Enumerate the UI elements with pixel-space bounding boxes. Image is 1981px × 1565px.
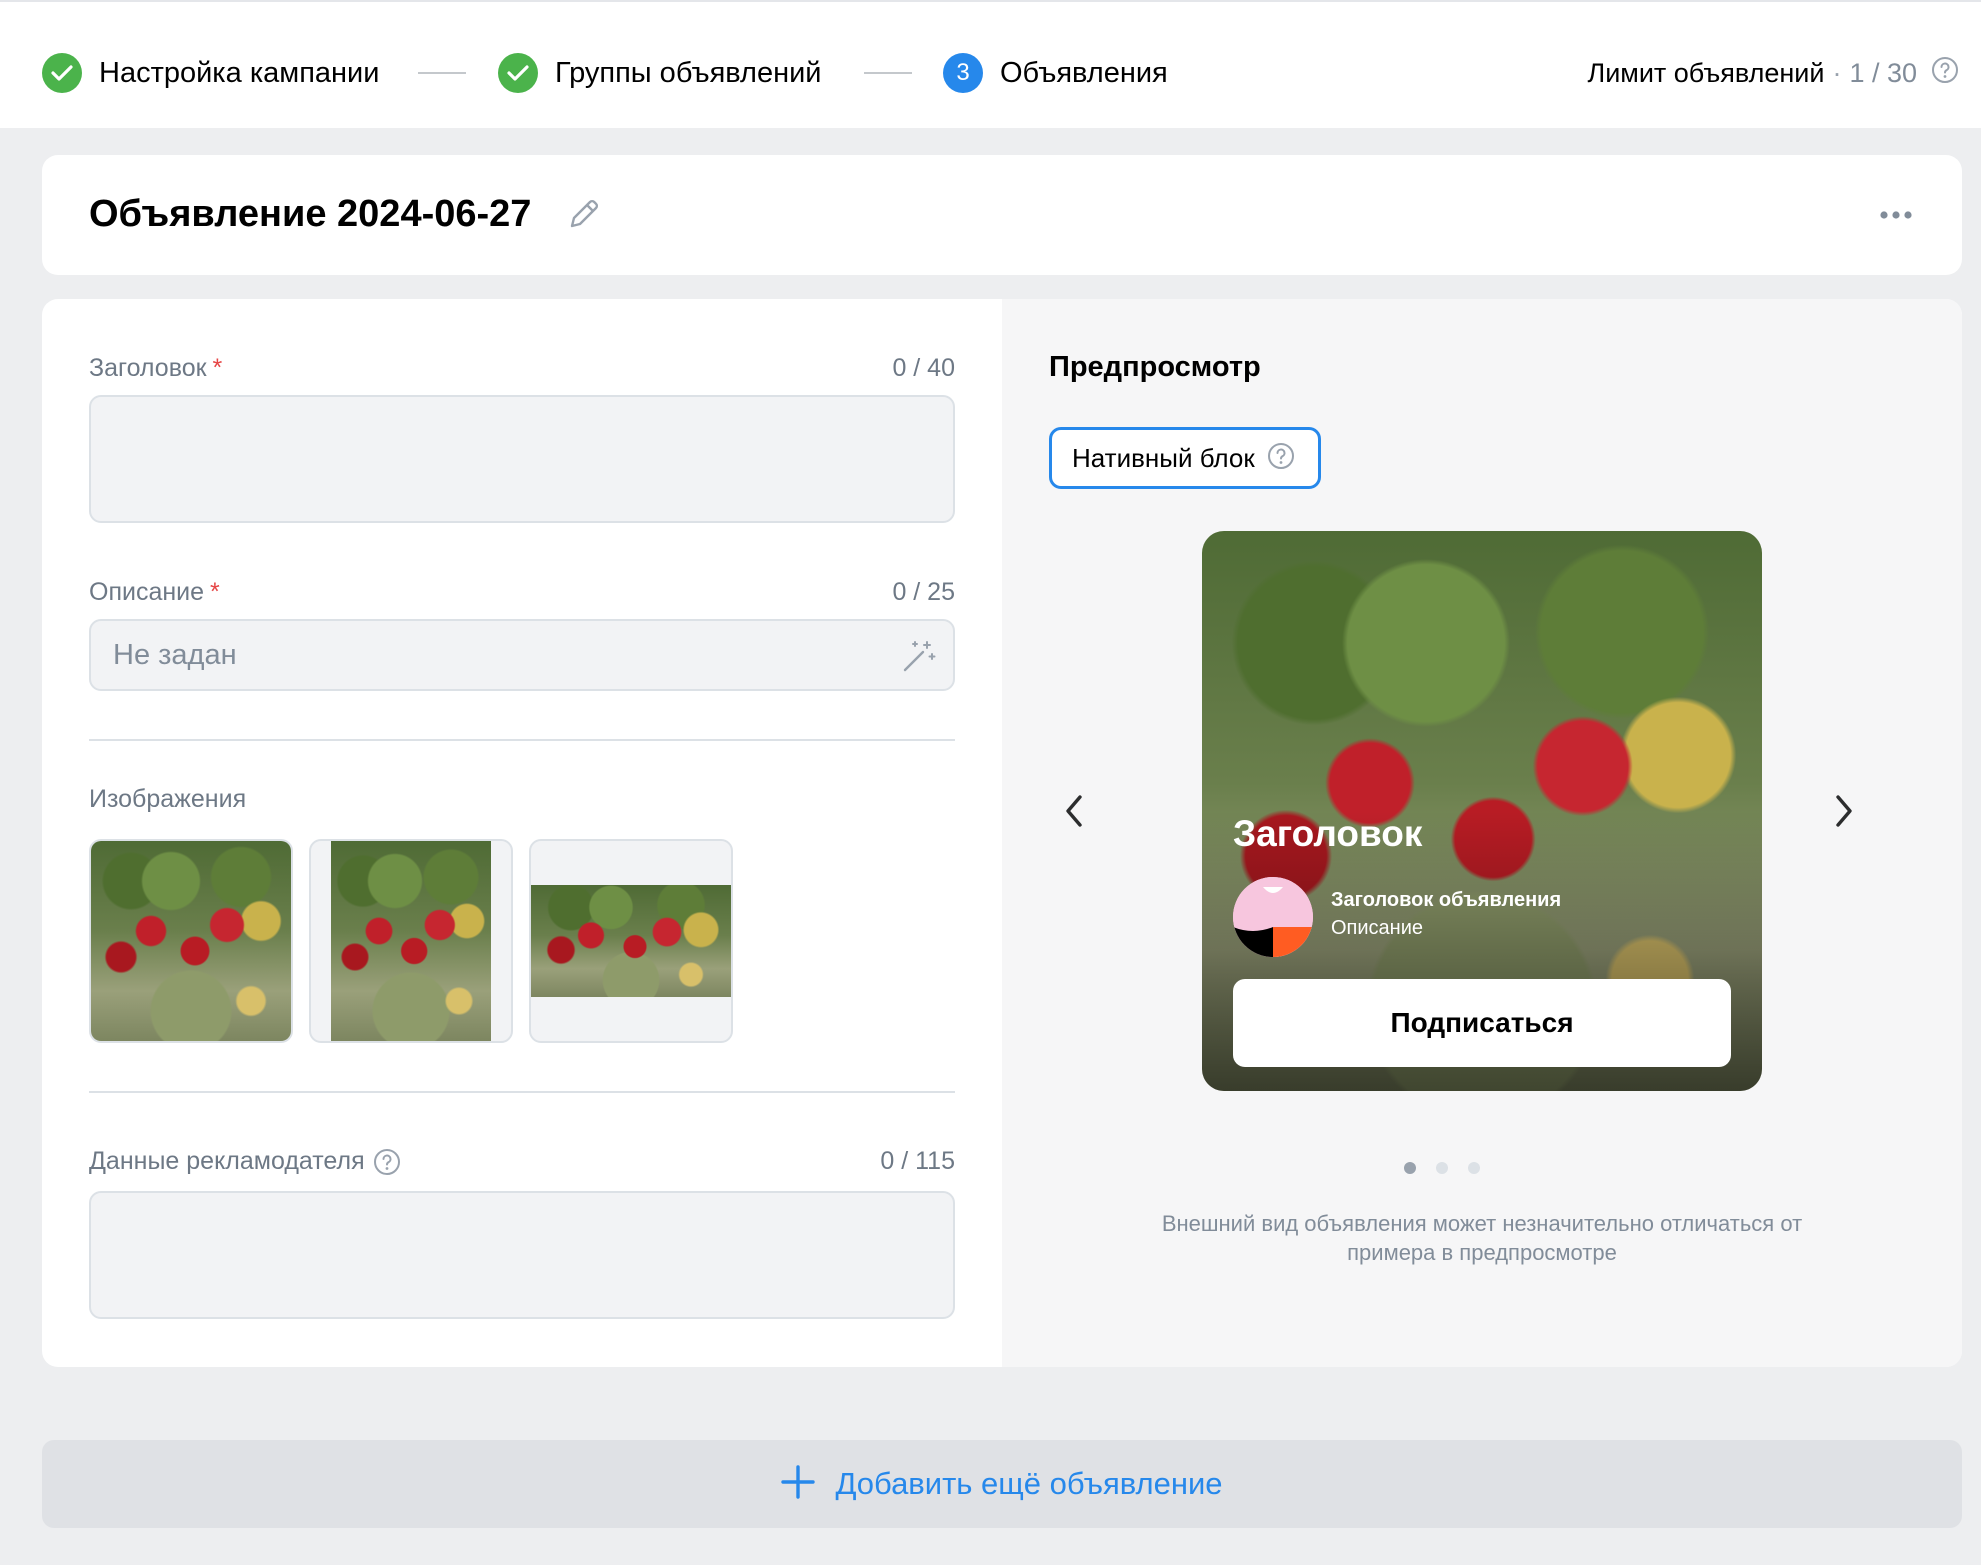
description-label-text: Описание — [89, 578, 205, 606]
apple-image — [91, 841, 291, 1041]
image-thumbnail-square[interactable] — [89, 839, 293, 1043]
image-thumbnail-landscape[interactable] — [529, 839, 733, 1043]
chevron-left-icon[interactable] — [1054, 781, 1094, 841]
chevron-right-icon[interactable] — [1824, 781, 1864, 841]
ad-preview-title: Заголовок объявления — [1331, 889, 1562, 911]
section-divider — [89, 739, 955, 741]
help-icon[interactable] — [373, 1148, 401, 1176]
required-mark: * — [212, 354, 223, 382]
ads-limit: Лимит объявлений · 1 / 30 — [1587, 52, 1959, 94]
ad-title: Объявление 2024-06-27 — [89, 193, 532, 235]
help-icon[interactable] — [1931, 56, 1959, 91]
step-separator — [864, 72, 912, 74]
advertiser-label-text: Данные рекламодателя — [89, 1147, 365, 1175]
ad-preview-description: Описание — [1331, 917, 1424, 939]
ads-limit-separator: · — [1832, 57, 1842, 88]
step-label: Группы объявлений — [555, 56, 822, 89]
format-chip-native-block[interactable]: Нативный блок — [1049, 427, 1321, 489]
step-label: Объявления — [1000, 56, 1168, 89]
preview-disclaimer: Внешний вид объявления может незначитель… — [1161, 1211, 1803, 1265]
step-separator — [418, 72, 466, 74]
add-another-ad-label: Добавить ещё объявление — [835, 1466, 1223, 1501]
headline-label: Заголовок * — [89, 354, 222, 383]
ad-title-card: Объявление 2024-06-27 — [42, 155, 1962, 275]
step-ad-groups[interactable]: Группы объявлений — [498, 52, 822, 94]
description-label: Описание * — [89, 578, 220, 607]
format-chip-label: Нативный блок — [1072, 442, 1255, 473]
description-counter: 0 / 25 — [892, 578, 955, 606]
description-value: Не задан — [113, 639, 237, 671]
avatar — [1233, 877, 1313, 957]
advertiser-counter: 0 / 115 — [880, 1147, 955, 1175]
section-divider — [89, 1091, 955, 1093]
step-label: Настройка кампании — [99, 56, 380, 89]
step-ads[interactable]: 3 Объявления — [943, 52, 1168, 94]
help-icon[interactable] — [1267, 442, 1295, 475]
apple-image — [331, 841, 491, 1041]
preview-panel: Предпросмотр Нативный блок Заголовок Заг… — [1002, 299, 1962, 1367]
advertiser-textarea[interactable] — [89, 1191, 955, 1319]
preview-title: Предпросмотр — [1049, 351, 1261, 383]
subscribe-button[interactable]: Подписаться — [1233, 979, 1731, 1067]
ads-limit-value: 1 / 30 — [1849, 57, 1917, 88]
required-mark: * — [210, 578, 220, 606]
pager-dot[interactable] — [1468, 1162, 1480, 1174]
check-icon — [42, 53, 82, 93]
step-number-badge: 3 — [943, 53, 983, 93]
image-thumbnail-portrait[interactable] — [309, 839, 513, 1043]
description-input[interactable]: Не задан — [89, 619, 955, 691]
plus-icon — [781, 1464, 816, 1504]
ad-editor-card: Заголовок * 0 / 40 Описание * 0 / 25 Не за… — [42, 299, 1962, 1367]
advertiser-label: Данные рекламодателя — [89, 1147, 401, 1176]
pager-dot-active[interactable] — [1404, 1162, 1416, 1174]
headline-counter: 0 / 40 — [892, 354, 955, 382]
ads-limit-label: Лимит объявлений — [1587, 57, 1825, 88]
ad-preview-card: Заголовок Заголовок объявления Описание … — [1202, 531, 1762, 1091]
ad-preview-headline: Заголовок — [1233, 813, 1423, 854]
edit-pencil-icon[interactable] — [566, 196, 602, 237]
add-another-ad-button[interactable]: Добавить ещё объявление — [42, 1440, 1962, 1528]
apple-image — [531, 885, 731, 997]
images-label: Изображения — [89, 785, 247, 813]
more-options-icon[interactable] — [1876, 200, 1916, 230]
campaign-stepper: Настройка кампании Группы объявлений 3 О… — [0, 0, 1981, 128]
headline-textarea[interactable] — [89, 395, 955, 523]
pager-dot[interactable] — [1436, 1162, 1448, 1174]
step-campaign-settings[interactable]: Настройка кампании — [42, 52, 379, 94]
check-icon — [498, 53, 538, 93]
magic-wand-icon[interactable] — [901, 638, 937, 679]
headline-label-text: Заголовок — [89, 354, 207, 382]
